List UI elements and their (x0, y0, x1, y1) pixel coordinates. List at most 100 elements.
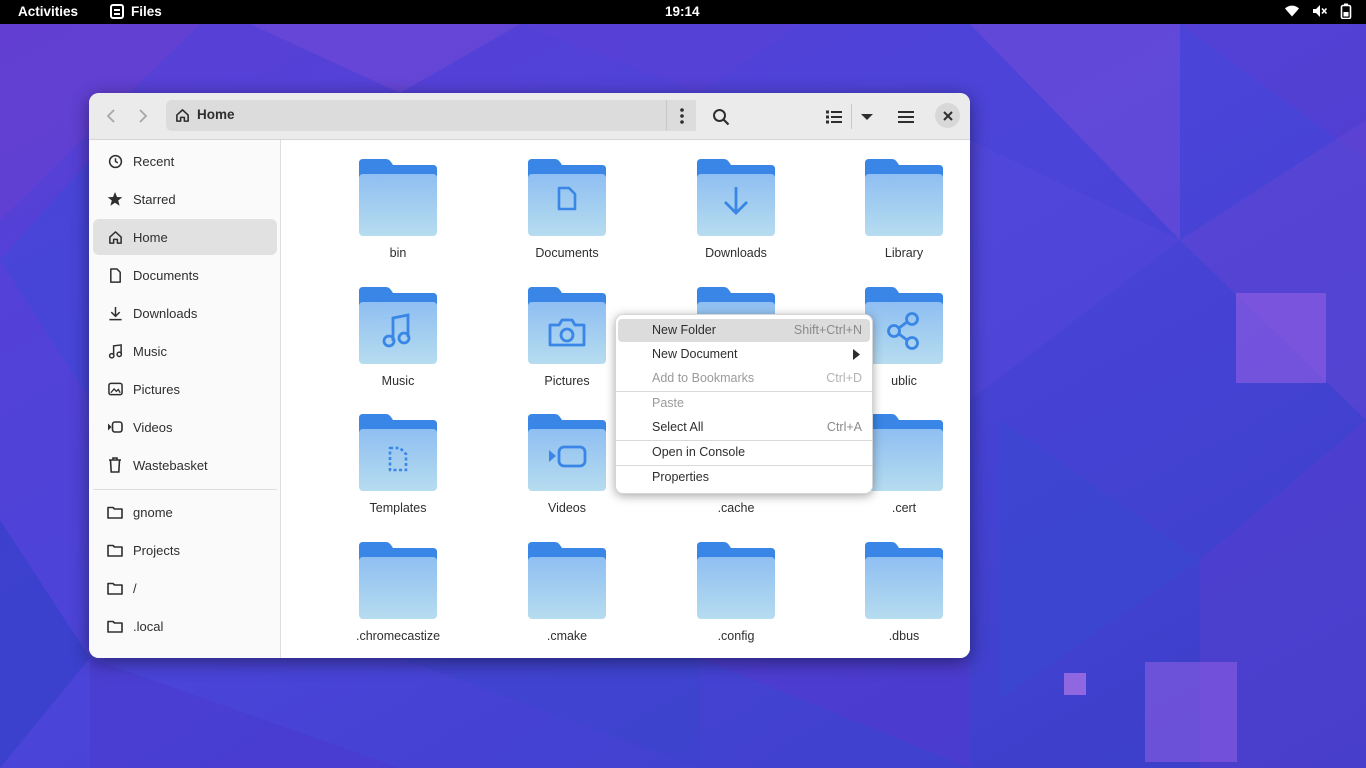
sidebar-item-label: .local (133, 618, 164, 634)
file-name: .cert (891, 501, 917, 515)
folder-icon (697, 542, 775, 619)
folder-icon (865, 542, 943, 619)
menu-item-paste: Paste (618, 392, 870, 415)
home-icon (176, 109, 189, 122)
menu-item-new-document[interactable]: New Document (618, 343, 870, 366)
file-name: Library (884, 246, 924, 260)
file-tile[interactable]: Templates (322, 412, 472, 532)
folder-icon (865, 159, 943, 236)
menu-item-label: Paste (652, 396, 684, 410)
sidebar-item-downloads[interactable]: Downloads (93, 295, 277, 331)
folder-icon (107, 542, 123, 558)
sidebar-item-root[interactable]: / (93, 570, 277, 606)
close-button[interactable] (935, 103, 960, 128)
folder-icon (359, 287, 437, 364)
file-name: Documents (535, 246, 599, 260)
file-name: bin (389, 246, 407, 260)
sidebar-item-music[interactable]: Music (93, 333, 277, 369)
file-tile[interactable]: Documents (491, 157, 641, 277)
sidebar-item-documents[interactable]: Documents (93, 257, 277, 293)
folder-icon (107, 618, 123, 634)
app-menu[interactable]: Files (110, 4, 162, 19)
video-icon (107, 419, 123, 435)
path-menu-button[interactable] (666, 100, 696, 131)
sidebar-item-label: gnome (133, 504, 173, 520)
folder-icon (865, 414, 943, 491)
clock[interactable]: 19:14 (665, 4, 700, 19)
sidebar-item-pictures[interactable]: Pictures (93, 371, 277, 407)
sidebar-separator (93, 489, 277, 490)
menu-item-label: New Folder (652, 323, 716, 337)
path-bar[interactable]: Home (166, 100, 696, 131)
file-tile[interactable]: .cmake (491, 540, 641, 658)
search-icon (713, 109, 730, 126)
menu-item-select-all[interactable]: Select All Ctrl+A (618, 416, 870, 439)
sidebar-item-label: / (133, 580, 137, 596)
sidebar-item-label: Documents (133, 267, 199, 283)
sidebar-item-recent[interactable]: Recent (93, 143, 277, 179)
sidebar-item-label: Projects (133, 542, 180, 558)
file-tile[interactable]: .dbus (828, 540, 970, 658)
file-tile[interactable]: .config (660, 540, 810, 658)
list-view-icon (826, 110, 842, 124)
sidebar-item-wastebasket[interactable]: Wastebasket (93, 447, 277, 483)
back-button[interactable] (99, 103, 125, 129)
sidebar: Recent Starred Home Documents Downloads … (89, 140, 281, 658)
trash-icon (107, 457, 123, 473)
folder-icon (528, 287, 606, 364)
file-tile[interactable]: Music (322, 285, 472, 405)
menu-item-label: Properties (652, 470, 709, 484)
header-separator (851, 104, 852, 129)
sidebar-item-label: Recent (133, 153, 175, 169)
menu-item-label: Select All (652, 420, 704, 434)
menu-item-shortcut: Ctrl+A (826, 420, 862, 434)
activities-button[interactable]: Activities (18, 4, 78, 19)
context-menu: New Folder Shift+Ctrl+N New Document Add… (615, 314, 873, 494)
file-tile[interactable]: .chromecastize (322, 540, 472, 658)
file-tile[interactable]: Library (828, 157, 970, 277)
folder-icon (107, 504, 123, 520)
menu-item-label: New Document (652, 347, 738, 361)
volume-muted-icon (1313, 5, 1328, 17)
search-button[interactable] (707, 103, 735, 131)
menu-item-properties[interactable]: Properties (618, 466, 870, 489)
menu-item-open-in-console[interactable]: Open in Console (618, 441, 870, 464)
menu-item-label: Open in Console (652, 445, 746, 459)
hamburger-menu-icon (898, 111, 914, 123)
wifi-icon (1285, 5, 1299, 17)
sidebar-item-home[interactable]: Home (93, 219, 277, 255)
system-tray[interactable] (1284, 3, 1352, 19)
header-bar: Home (89, 93, 970, 140)
sidebar-item-label: Videos (133, 419, 173, 435)
sidebar-item-gnome[interactable]: gnome (93, 494, 277, 530)
folder-icon (359, 542, 437, 619)
menu-item-shortcut: Shift+Ctrl+N (793, 323, 862, 337)
sidebar-item-videos[interactable]: Videos (93, 409, 277, 445)
sidebar-item-local[interactable]: .local (93, 608, 277, 644)
main-menu-button[interactable] (892, 103, 920, 131)
menu-item-new-folder[interactable]: New Folder Shift+Ctrl+N (618, 319, 870, 342)
folder-icon (528, 542, 606, 619)
file-tile[interactable]: Downloads (660, 157, 810, 277)
sidebar-item-starred[interactable]: Starred (93, 181, 277, 217)
file-name: .cache (717, 501, 755, 515)
music-icon (107, 343, 123, 359)
menu-item-label: Add to Bookmarks (652, 371, 755, 385)
file-name: Music (381, 374, 415, 388)
folder-icon (359, 414, 437, 491)
view-options-button[interactable] (853, 103, 881, 131)
file-name: Videos (548, 501, 586, 515)
list-view-button[interactable] (820, 103, 848, 131)
submenu-arrow-icon (853, 349, 860, 360)
folder-icon (528, 159, 606, 236)
sidebar-item-label: Wastebasket (133, 457, 208, 473)
file-name: .chromecastize (355, 629, 441, 643)
top-bar: Activities Files 19:14 (0, 0, 1366, 24)
close-icon (942, 110, 953, 121)
sidebar-item-label: Starred (133, 191, 176, 207)
forward-button[interactable] (129, 103, 155, 129)
download-icon (107, 305, 123, 321)
sidebar-item-projects[interactable]: Projects (93, 532, 277, 568)
view-options-icon (861, 114, 873, 120)
file-tile[interactable]: bin (322, 157, 472, 277)
